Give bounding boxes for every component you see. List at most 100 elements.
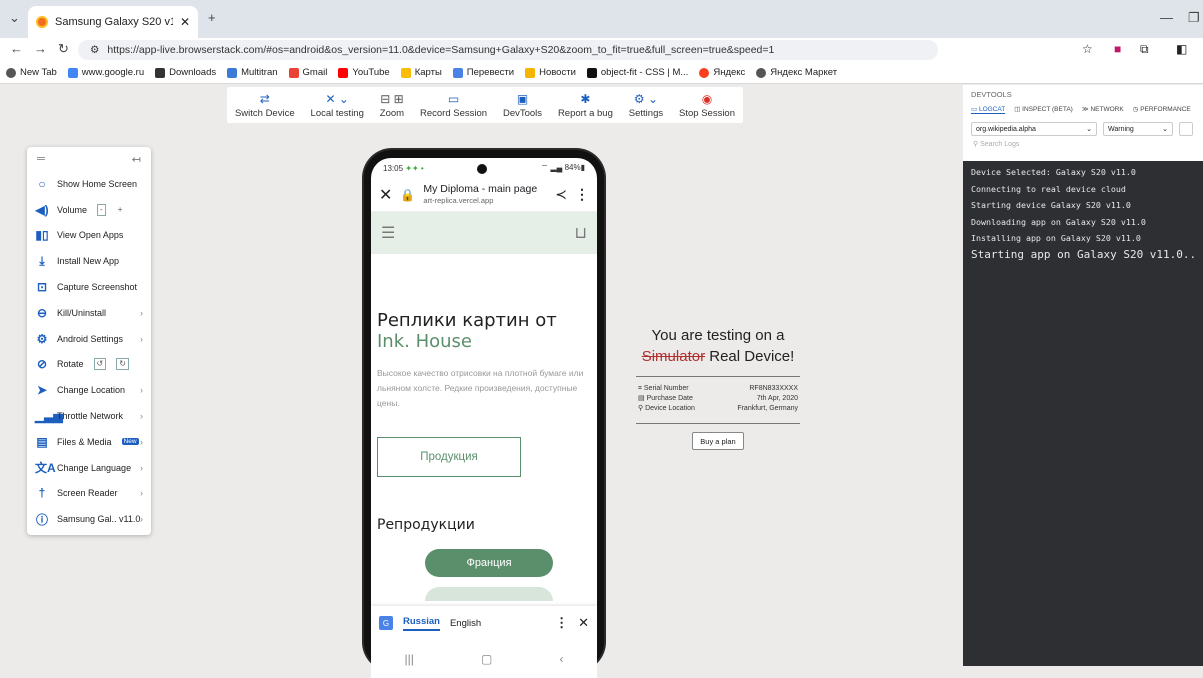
tab-network[interactable]: ≫ NETWORK (1082, 105, 1124, 114)
sidebar-item-files[interactable]: ▤ Files & Media New › (27, 429, 151, 455)
close-tab-icon[interactable]: ✕ (180, 15, 190, 29)
bookmark-multitran[interactable]: Multitran (227, 67, 278, 78)
bookmark-mdn[interactable]: object-fit - CSS | M... (586, 67, 688, 78)
recents-icon[interactable]: ||| (405, 652, 414, 666)
rotate-right-button[interactable]: ↻ (116, 358, 129, 371)
drag-handle-icon[interactable]: ═ (37, 153, 45, 165)
devtools-button[interactable]: ▣ DevTools (503, 93, 542, 119)
sidebar-item-volume[interactable]: ◀) Volume - + (27, 197, 151, 223)
sidebar-item-location[interactable]: ➤ Change Location › (27, 377, 151, 403)
reload-icon[interactable]: ↻ (58, 41, 69, 57)
hero-brand: Ink. House (377, 331, 472, 352)
sidebar-item-kill[interactable]: ⊖ Kill/Uninstall › (27, 300, 151, 326)
log-line: Downloading app on Galaxy S20 v11.0 (971, 216, 1146, 227)
gmail-icon (288, 67, 299, 78)
sidebar-item-device-info[interactable]: ⓘ Samsung Gal.. v11.0 › (27, 506, 151, 532)
buy-plan-button[interactable]: Buy a plan (692, 432, 744, 450)
products-button[interactable]: Продукция (377, 437, 521, 477)
bookmark-new-tab[interactable]: New Tab (6, 67, 57, 78)
sidebar-item-throttle[interactable]: ▁▃▅ Throttle Network › (27, 403, 151, 429)
level-select[interactable]: Warning ⌄ (1103, 122, 1173, 136)
google-icon (67, 67, 78, 78)
sidebar-item-screen-reader[interactable]: † Screen Reader › (27, 481, 151, 507)
more-vert-icon[interactable]: ⋮ (575, 186, 589, 203)
phone-screen[interactable]: 13:05 ✦✦ • ⌔ ▂▄ 84%▮ ✕ 🔒 My Diploma - ma… (371, 158, 597, 678)
local-testing-button[interactable]: ✕ ⌄ Local testing (311, 93, 364, 119)
bookmark-yandex[interactable]: Яндекс (699, 67, 745, 78)
extension-icon[interactable]: ■ (1114, 42, 1121, 56)
cart-icon[interactable]: ⊔ (575, 223, 587, 243)
sidebar-item-rotate[interactable]: ⊘ Rotate ↺ ↻ (27, 352, 151, 378)
bookmark-gmail[interactable]: Gmail (288, 67, 327, 78)
france-pill-button[interactable]: Франция (425, 549, 553, 577)
sidebar-item-open-apps[interactable]: ▮▯ View Open Apps (27, 223, 151, 249)
rotate-left-button[interactable]: ↺ (93, 358, 107, 371)
tab-list-icon[interactable]: ⌄ (9, 10, 20, 26)
settings-button[interactable]: ⚙ ⌄ Settings (629, 93, 663, 119)
site-settings-icon[interactable]: ⚙ (90, 44, 99, 56)
multitran-icon (227, 67, 238, 78)
bookmark-yandex-market[interactable]: Яндекс Маркет (756, 67, 837, 78)
package-select[interactable]: org.wikipedia.alpha ⌄ (971, 122, 1097, 136)
record-session-button[interactable]: ▭ Record Session (420, 93, 487, 119)
new-badge: New (121, 438, 139, 446)
apps-icon: ▮▯ (35, 228, 49, 243)
mobile-page-url: art-replica.vercel.app (423, 195, 494, 205)
lang-english-tab[interactable]: English (450, 618, 481, 629)
new-tab-icon[interactable]: + (208, 10, 216, 25)
tab-logcat[interactable]: ▭ LOGCAT (971, 105, 1006, 114)
report-bug-button[interactable]: ✱ Report a bug (558, 93, 613, 119)
sidebar-item-screenshot[interactable]: ⊡ Capture Screenshot (27, 274, 151, 300)
sidebar-item-android-settings[interactable]: ⚙ Android Settings › (27, 326, 151, 352)
chevron-right-icon: › (140, 514, 143, 525)
tab-inspect[interactable]: ◫ INSPECT (BETA) (1014, 105, 1073, 114)
yandex-icon (699, 67, 710, 78)
sidebar-item-language[interactable]: 文A Change Language › (27, 455, 151, 481)
browser-tab[interactable]: Samsung Galaxy S20 v11.0 ✕ (28, 6, 198, 38)
bookmark-star-icon[interactable]: ☆ (1082, 42, 1093, 56)
translate-more-icon[interactable]: ⋮ (555, 615, 568, 631)
language-icon: 文A (35, 461, 56, 476)
close-icon[interactable]: ✕ (379, 185, 392, 205)
forward-icon[interactable]: → (34, 41, 47, 56)
tab-performance[interactable]: ◷ PERFORMANCE (1133, 105, 1191, 114)
location-arrow-icon: ➤ (36, 383, 48, 398)
back-icon[interactable]: ← (10, 41, 23, 56)
next-pill-button[interactable] (425, 587, 553, 601)
bookmark-youtube[interactable]: YouTube (338, 67, 390, 78)
sidebar-item-install[interactable]: ⤓ Install New App (27, 248, 151, 274)
volume-up-button[interactable]: + (116, 205, 125, 215)
extensions-puzzle-icon[interactable]: ⧉ (1140, 42, 1149, 57)
hero-text: Высокое качество отрисовки на плотной бу… (377, 368, 584, 408)
chevron-right-icon: › (140, 307, 143, 318)
notification-icons: ✦✦ • (405, 163, 424, 173)
bookmark-translate[interactable]: Перевести (452, 67, 514, 78)
gear-icon: ⚙ (36, 331, 48, 346)
share-icon[interactable]: ≺ (555, 186, 567, 203)
switch-device-button[interactable]: ⇄ Switch Device (235, 93, 295, 119)
lang-russian-tab[interactable]: Russian (403, 616, 440, 631)
bookmark-maps[interactable]: Карты (400, 67, 442, 78)
collapse-icon[interactable]: ↤ (132, 153, 141, 166)
sidepanel-icon[interactable]: ◧ (1176, 42, 1187, 56)
stop-session-button[interactable]: ◉ Stop Session (679, 93, 735, 119)
minimize-icon[interactable]: — (1160, 10, 1173, 25)
tab-title: Samsung Galaxy S20 v11.0 (55, 16, 173, 28)
restore-icon[interactable]: ❐ (1188, 10, 1200, 26)
translate-close-icon[interactable]: ✕ (578, 615, 589, 631)
youtube-icon (338, 67, 349, 78)
back-nav-icon[interactable]: ‹ (559, 652, 563, 666)
bookmark-google[interactable]: www.google.ru (67, 67, 144, 78)
sidebar-item-home[interactable]: ○ Show Home Screen (27, 171, 151, 197)
bookmark-downloads[interactable]: Downloads (155, 67, 216, 78)
clear-logs-button[interactable] (1179, 122, 1193, 136)
home-icon[interactable]: ▢ (481, 652, 492, 666)
url-field[interactable]: ⚙ https://app-live.browserstack.com/#os=… (78, 40, 938, 60)
hamburger-menu-icon[interactable]: ☰ (381, 223, 395, 243)
search-logs-input[interactable]: ⚲ Search Logs (963, 136, 1203, 148)
location-label: ⚲ Device Location (638, 405, 695, 412)
lock-icon: 🔒 (400, 187, 416, 202)
volume-down-button[interactable]: - (97, 203, 106, 216)
zoom-button[interactable]: ⊟ ⊞ Zoom (380, 93, 404, 119)
bookmark-news[interactable]: Новости (525, 67, 576, 78)
